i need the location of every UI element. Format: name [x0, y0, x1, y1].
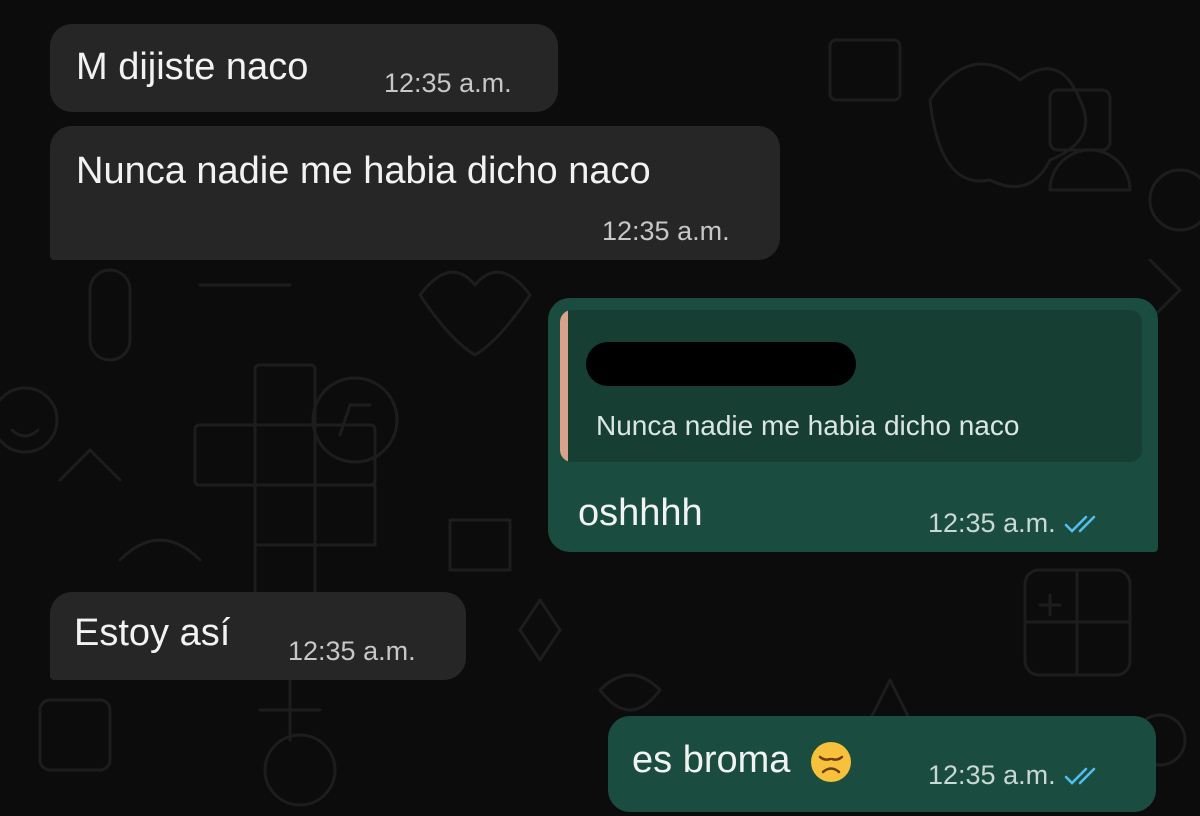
message-timestamp: 12:35 a.m. — [288, 636, 416, 666]
message-text: Estoy así — [74, 612, 231, 654]
message-timestamp: 12:35 a.m. — [384, 68, 512, 98]
outgoing-message-bubble[interactable]: es broma 12:35 a.m. — [608, 716, 1156, 812]
disappointed-face-icon — [810, 742, 851, 782]
incoming-message-bubble[interactable]: Estoy así 12:35 a.m. — [50, 592, 466, 680]
message-text: Nunca nadie me habia dicho naco — [76, 150, 651, 192]
message-timestamp: 12:35 a.m. — [928, 508, 1108, 539]
double-check-read-icon — [1064, 515, 1095, 533]
message-timestamp: 12:35 a.m. — [602, 216, 730, 246]
message-timestamp: 12:35 a.m. — [928, 760, 1108, 791]
incoming-message-bubble[interactable]: Nunca nadie me habia dicho naco 12:35 a.… — [50, 126, 780, 260]
double-check-read-icon — [1064, 767, 1095, 785]
quoted-message[interactable]: Nunca nadie me habia dicho naco — [560, 310, 1142, 462]
message-text: M dijiste naco — [76, 46, 309, 88]
message-text: es broma — [632, 740, 853, 784]
chat-area[interactable]: M dijiste naco 12:35 a.m. Nunca nadie me… — [0, 0, 1200, 816]
outgoing-message-bubble[interactable]: Nunca nadie me habia dicho naco oshhhh 1… — [548, 298, 1158, 552]
quote-accent-bar — [560, 310, 568, 462]
redacted-author-name — [586, 342, 856, 386]
incoming-message-bubble[interactable]: M dijiste naco 12:35 a.m. — [50, 24, 558, 112]
quoted-text: Nunca nadie me habia dicho naco — [596, 410, 1020, 441]
message-text: oshhhh — [578, 492, 703, 534]
